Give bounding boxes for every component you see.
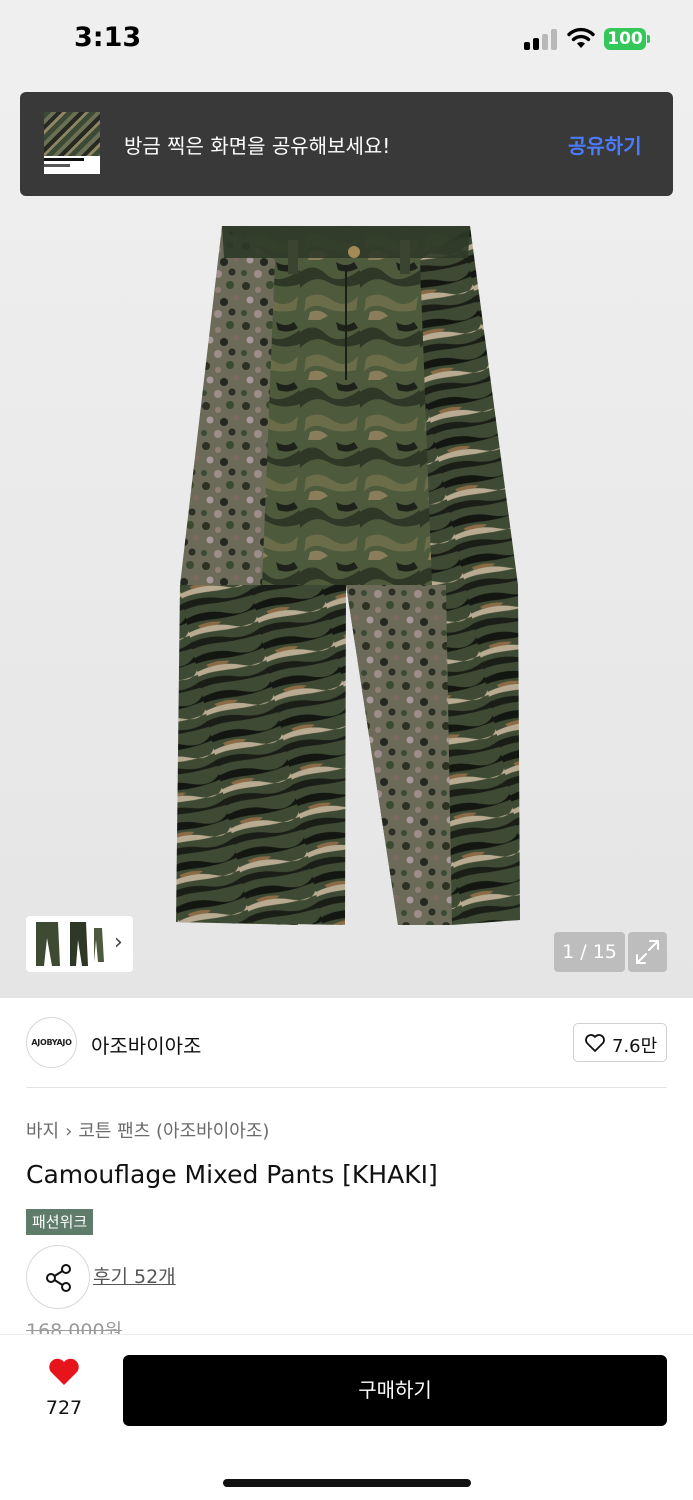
image-page-counter: 1 / 15: [554, 932, 625, 972]
share-screenshot-toast: 방금 찍은 화면을 공유해보세요! 공유하기: [20, 92, 673, 196]
brand-like-button[interactable]: 7.6만: [573, 1023, 667, 1062]
share-button[interactable]: [26, 1245, 90, 1309]
thumbnail-image: [36, 922, 104, 966]
brand-logo[interactable]: AJOBYAJO: [26, 1017, 77, 1068]
battery-cap: [647, 35, 650, 43]
brand-name[interactable]: 아조바이아조: [91, 1030, 201, 1059]
thumbnail-strip[interactable]: ›: [26, 916, 133, 972]
wifi-icon: [567, 27, 595, 48]
battery-indicator: 100: [604, 28, 646, 50]
buy-button[interactable]: 구매하기: [123, 1355, 667, 1426]
breadcrumb-subcategory[interactable]: 코튼 팬츠 (아조바이아조): [78, 1121, 269, 1142]
product-title: Camouflage Mixed Pants [KHAKI]: [26, 1160, 438, 1189]
status-time: 3:13: [74, 22, 142, 53]
expand-icon: [636, 940, 659, 964]
heart-outline-icon: [585, 1034, 605, 1052]
breadcrumb: 바지 › 코튼 팬츠 (아조바이아조): [26, 1117, 269, 1143]
original-price: 168,000원: [26, 1320, 123, 1334]
wish-count: 727: [45, 1397, 83, 1419]
expand-image-button[interactable]: [628, 932, 667, 972]
toast-message: 방금 찍은 화면을 공유해보세요!: [124, 134, 391, 158]
heart-filled-icon[interactable]: [47, 1357, 81, 1387]
review-link[interactable]: 후기 52개: [93, 1262, 176, 1289]
cellular-signal-icon: [524, 28, 558, 50]
share-icon: [46, 1264, 71, 1292]
breadcrumb-category[interactable]: 바지: [26, 1121, 59, 1142]
bottom-action-bar: 727 구매하기: [0, 1334, 693, 1500]
product-image-gallery[interactable]: › 1 / 15: [0, 80, 693, 998]
divider: [26, 1087, 667, 1088]
product-image: [176, 226, 520, 925]
status-bar: 3:13 100: [0, 0, 693, 80]
event-badge: 패션위크: [26, 1209, 94, 1235]
chevron-right-icon: ›: [65, 1121, 73, 1142]
toast-share-button[interactable]: 공유하기: [568, 130, 642, 159]
screenshot-thumbnail: [44, 112, 100, 174]
chevron-right-icon: ›: [114, 930, 123, 955]
home-indicator[interactable]: [223, 1479, 471, 1487]
brand-like-count: 7.6만: [612, 1036, 658, 1057]
